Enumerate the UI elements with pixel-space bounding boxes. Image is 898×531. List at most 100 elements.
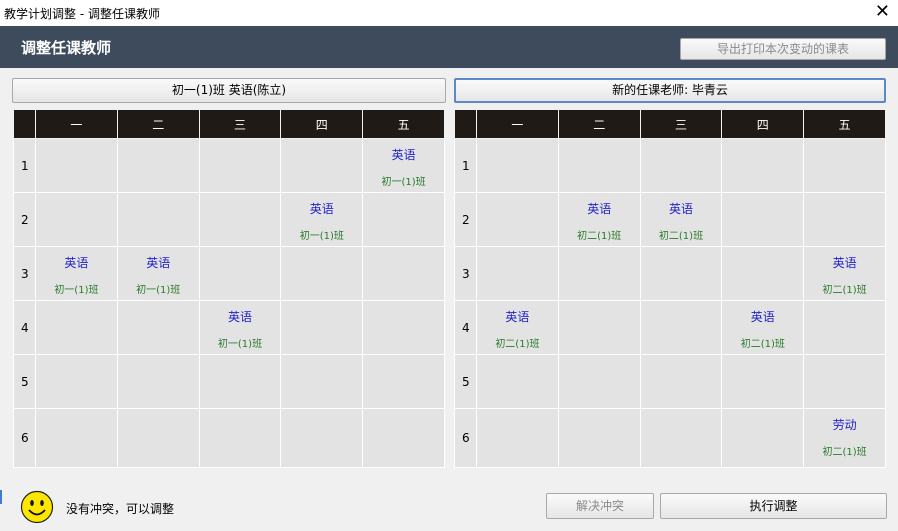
execute-adjust-button[interactable]: 执行调整 [660, 493, 887, 519]
left-schedule-cell[interactable] [198, 246, 282, 301]
right-schedule-cell[interactable]: 劳动 初二(1)班 [803, 408, 886, 468]
right-schedule-cell[interactable] [476, 408, 559, 468]
right-schedule-cell[interactable] [803, 138, 886, 193]
class-label: 初二(1)班 [577, 231, 622, 242]
right-schedule-cell[interactable] [803, 354, 886, 409]
current-teacher-button[interactable]: 初一(1)班 英语(陈立) [12, 78, 446, 103]
right-schedule-cell[interactable]: 英语 初二(1)班 [476, 300, 559, 355]
left-schedule-cell[interactable] [35, 408, 118, 468]
class-label: 初二(1)班 [495, 339, 540, 350]
left-schedule-cell[interactable] [280, 246, 364, 301]
title-bar: 教学计划调整 - 调整任课教师 ✕ [0, 0, 898, 26]
right-schedule-cell[interactable] [721, 192, 805, 247]
left-schedule-cell[interactable] [35, 300, 118, 355]
subject-label: 英语 [146, 256, 171, 270]
export-print-button[interactable]: 导出打印本次变动的课表 [680, 38, 886, 60]
right-schedule-cell[interactable] [476, 354, 559, 409]
left-schedule-cell[interactable] [362, 246, 445, 301]
right-day-header: 四 [721, 109, 805, 139]
subject-label: 英语 [227, 310, 252, 324]
right-schedule-cell[interactable] [557, 246, 641, 301]
left-period-row: 5 [13, 354, 445, 409]
class-label: 初一(1)班 [381, 177, 426, 188]
left-schedule-cell[interactable] [362, 192, 445, 247]
left-period-row: 6 [13, 408, 445, 468]
right-schedule-cell[interactable] [557, 138, 641, 193]
right-schedule-cell[interactable] [557, 354, 641, 409]
class-label: 初一(1)班 [299, 231, 344, 242]
right-schedule-cell[interactable]: 英语 初二(1)班 [639, 192, 723, 247]
right-day-header: 三 [639, 109, 723, 139]
class-label: 初一(1)班 [136, 285, 181, 296]
left-schedule-cell[interactable] [198, 354, 282, 409]
current-schedule-grid: 一二三四五 1 英语 初一(1)班 2 英语 初一(1)班 3 英语 初一(1)班 英语 初一(1)班… [13, 109, 445, 468]
left-schedule-cell[interactable] [116, 300, 200, 355]
left-schedule-cell[interactable] [198, 192, 282, 247]
right-schedule-cell[interactable] [639, 246, 723, 301]
close-icon[interactable]: ✕ [875, 2, 890, 22]
left-schedule-cell[interactable] [280, 354, 364, 409]
left-schedule-cell[interactable] [35, 138, 118, 193]
right-schedule-cell[interactable] [639, 300, 723, 355]
right-period-row: 6 劳动 初二(1)班 [454, 408, 886, 468]
right-schedule-cell[interactable] [721, 354, 805, 409]
left-schedule-cell[interactable] [280, 138, 364, 193]
left-schedule-cell[interactable] [362, 300, 445, 355]
subject-label: 英语 [587, 202, 612, 216]
left-header-row: 一二三四五 [13, 109, 445, 139]
left-schedule-cell[interactable] [198, 138, 282, 193]
right-schedule-cell[interactable] [721, 246, 805, 301]
left-schedule-cell[interactable] [362, 354, 445, 409]
right-schedule-cell[interactable] [721, 138, 805, 193]
subject-label: 劳动 [832, 418, 857, 432]
right-schedule-cell[interactable] [639, 138, 723, 193]
left-schedule-cell[interactable]: 英语 初一(1)班 [198, 300, 282, 355]
right-schedule-cell[interactable] [639, 354, 723, 409]
left-schedule-cell[interactable]: 英语初一(1)班 [280, 192, 364, 247]
subject-label: 英语 [309, 202, 334, 216]
right-period-label: 5 [454, 354, 477, 409]
left-schedule-cell[interactable] [116, 192, 200, 247]
right-schedule-cell[interactable] [476, 246, 559, 301]
left-period-label: 6 [13, 408, 36, 468]
left-schedule-cell[interactable] [116, 138, 200, 193]
subject-label: 英语 [391, 148, 416, 162]
right-schedule-cell[interactable]: 英语 初二(1)班 [721, 300, 805, 355]
right-schedule-cell[interactable] [557, 408, 641, 468]
right-schedule-cell[interactable]: 英语初二(1)班 [557, 192, 641, 247]
left-schedule-cell[interactable] [280, 408, 364, 468]
left-schedule-cell[interactable] [198, 408, 282, 468]
right-schedule-cell[interactable] [476, 138, 559, 193]
right-schedule-cell[interactable] [557, 300, 641, 355]
right-schedule-cell[interactable] [639, 408, 723, 468]
smiley-icon [20, 490, 54, 524]
right-day-header: 五 [803, 109, 886, 139]
right-period-label: 6 [454, 408, 477, 468]
left-schedule-cell[interactable] [35, 354, 118, 409]
left-period-label: 4 [13, 300, 36, 355]
right-schedule-cell[interactable] [476, 192, 559, 247]
status-message: 没有冲突，可以调整 [66, 502, 175, 516]
right-schedule-cell[interactable]: 英语 初二(1)班 [803, 246, 886, 301]
class-label: 初一(1)班 [54, 285, 99, 296]
left-schedule-cell[interactable]: 英语初一(1)班 [362, 138, 445, 193]
right-schedule-cell[interactable] [721, 408, 805, 468]
new-teacher-button[interactable]: 新的任课老师: 毕青云 [454, 78, 886, 103]
left-period-row: 3 英语 初一(1)班 英语 初一(1)班 [13, 246, 445, 301]
resolve-conflict-button[interactable]: 解决冲突 [546, 493, 654, 519]
left-schedule-cell[interactable]: 英语初一(1)班 [116, 246, 200, 301]
right-period-row: 4 英语 初二(1)班 英语 初二(1)班 [454, 300, 886, 355]
left-schedule-cell[interactable] [116, 354, 200, 409]
left-schedule-cell[interactable] [280, 300, 364, 355]
left-schedule-cell[interactable]: 英语 初一(1)班 [35, 246, 118, 301]
left-period-label: 2 [13, 192, 36, 247]
class-label: 初二(1)班 [740, 339, 785, 350]
left-schedule-cell[interactable] [35, 192, 118, 247]
right-day-header: 一 [476, 109, 559, 139]
page-title: 调整任课教师 [21, 39, 112, 57]
subject-label: 英语 [668, 202, 693, 216]
left-schedule-cell[interactable] [116, 408, 200, 468]
left-schedule-cell[interactable] [362, 408, 445, 468]
right-schedule-cell[interactable] [803, 300, 886, 355]
right-schedule-cell[interactable] [803, 192, 886, 247]
